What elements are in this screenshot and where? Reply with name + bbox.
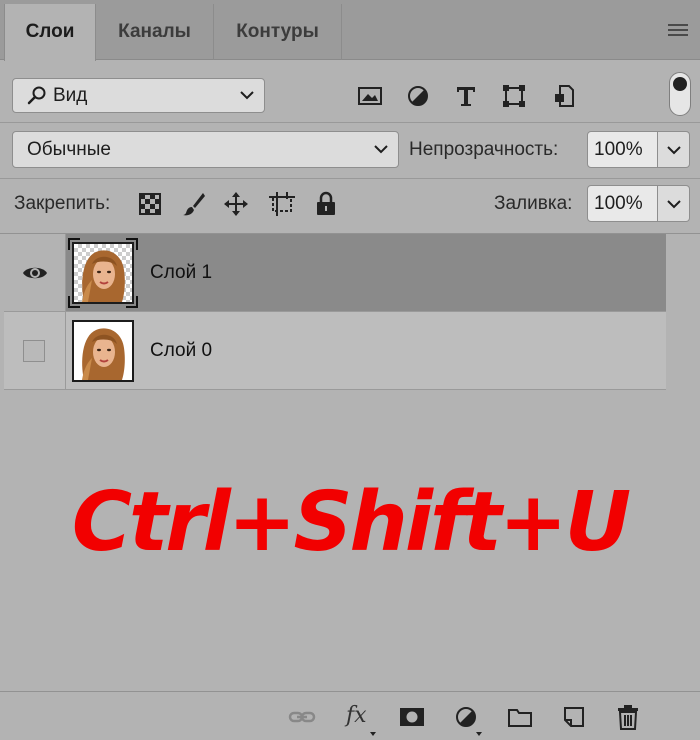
lock-label: Закрепить: [14, 193, 111, 214]
panel-tab-bar: Слои Каналы Контуры [0, 0, 700, 61]
lock-transparent-pixels-icon[interactable] [138, 191, 162, 217]
search-icon [27, 86, 46, 105]
shape-filter-icon[interactable] [500, 83, 528, 109]
fill-label: Заливка: [494, 193, 573, 214]
chevron-down-icon [667, 200, 681, 209]
blend-mode-value: Обычные [27, 139, 111, 160]
adjustment-layer-icon [456, 707, 476, 727]
opacity-input[interactable]: 100% [587, 131, 658, 168]
divider [0, 178, 700, 179]
new-adjustment-layer-button[interactable] [452, 704, 482, 736]
layer-thumbnail[interactable] [72, 320, 134, 382]
tab-paths[interactable]: Контуры [214, 4, 342, 60]
divider [0, 122, 700, 123]
chevron-down-icon [240, 91, 254, 100]
selection-corner [68, 296, 80, 308]
new-group-folder-icon[interactable] [506, 704, 534, 730]
tab-channels[interactable]: Каналы [96, 4, 214, 60]
lock-position-move-icon[interactable] [224, 191, 248, 217]
lock-all-icon[interactable] [314, 191, 338, 217]
layers-footer-toolbar: fx [0, 691, 700, 740]
chevron-down-icon [374, 145, 388, 154]
link-layers-icon[interactable] [288, 704, 316, 730]
portrait-thumbnail-icon [82, 328, 125, 380]
panel-menu-icon[interactable] [668, 24, 688, 38]
layer-name[interactable]: Слой 0 [150, 340, 212, 362]
smart-object-filter-icon[interactable] [550, 83, 578, 109]
selection-corner [126, 296, 138, 308]
portrait-thumbnail-icon [82, 250, 125, 302]
blend-mode-select[interactable]: Обычные [12, 131, 399, 168]
trash-icon[interactable] [614, 704, 642, 730]
layer-thumbnail[interactable] [72, 242, 134, 304]
chevron-down-icon [667, 146, 681, 155]
opacity-label: Непрозрачность: [409, 139, 559, 160]
new-layer-icon[interactable] [560, 704, 588, 730]
adjustment-filter-icon[interactable] [404, 83, 432, 109]
filter-kind-value: Вид [53, 85, 88, 106]
layer-name[interactable]: Слой 1 [150, 262, 212, 284]
layer-style-fx-icon[interactable]: fx [346, 704, 376, 736]
opacity-dropdown-button[interactable] [658, 131, 690, 168]
shortcut-overlay-text: Ctrl+Shift+U [71, 475, 631, 570]
filter-kind-select[interactable]: Вид [12, 78, 265, 113]
layer-visibility-toggle[interactable] [4, 312, 66, 389]
layer-visibility-toggle[interactable] [4, 234, 66, 311]
tab-layers[interactable]: Слои [4, 4, 96, 61]
selection-corner [68, 238, 80, 250]
layers-list: Слой 1 Слой 0 [0, 233, 700, 691]
type-filter-icon[interactable] [452, 83, 480, 109]
fill-dropdown-button[interactable] [658, 185, 690, 222]
filter-toggle-switch[interactable] [669, 72, 691, 116]
layer-row[interactable]: Слой 0 [4, 312, 666, 390]
layer-row[interactable]: Слой 1 [4, 234, 666, 312]
fill-input[interactable]: 100% [587, 185, 658, 222]
image-filter-icon[interactable] [356, 83, 384, 109]
eye-icon [23, 267, 47, 279]
add-mask-icon[interactable] [398, 704, 426, 730]
selection-corner [126, 238, 138, 250]
visibility-empty-box [23, 340, 45, 362]
lock-artboard-icon[interactable] [268, 191, 296, 217]
lock-image-pixels-brush-icon[interactable] [182, 191, 206, 217]
